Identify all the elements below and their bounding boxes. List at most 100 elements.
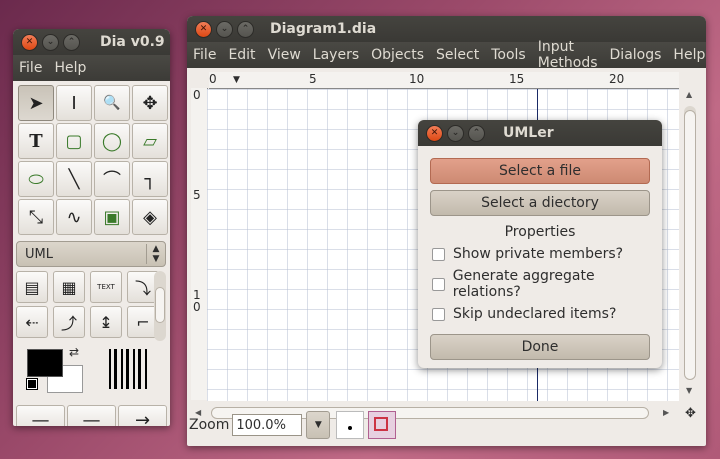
menu-tools[interactable]: Tools — [485, 47, 532, 63]
uml-note-tool[interactable]: TEXT — [90, 271, 122, 303]
vruler-label: 0 — [193, 300, 201, 314]
umler-title: UMLer — [503, 125, 554, 141]
menu-view[interactable]: View — [262, 47, 307, 63]
polygon-tool[interactable]: ▱ — [132, 123, 168, 159]
snap-to-grid-toggle[interactable] — [336, 411, 365, 439]
foreground-color-swatch[interactable] — [27, 349, 63, 377]
vertical-scroll-thumb[interactable] — [684, 110, 696, 380]
text-edit-tool[interactable]: I — [56, 85, 92, 121]
uml-template-class-tool[interactable]: ▦ — [53, 271, 85, 303]
text-tool[interactable]: T — [18, 123, 54, 159]
uml-scroll-thumb[interactable] — [155, 287, 165, 323]
skip-undeclared-option[interactable]: Skip undeclared items? — [432, 306, 662, 322]
select-directory-button[interactable]: Select a diectory — [430, 190, 650, 216]
minimize-icon[interactable]: ⌄ — [42, 33, 59, 51]
diagram-titlebar[interactable]: ✕ ⌄ ⌃ Diagram1.dia — [187, 16, 706, 42]
polyline-tool[interactable]: ⤡ — [18, 199, 54, 235]
line-width-icon[interactable] — [109, 349, 149, 389]
image-tool[interactable]: ▣ — [94, 199, 130, 235]
skip-undeclared-checkbox[interactable] — [432, 307, 445, 321]
properties-heading: Properties — [504, 224, 576, 240]
outline-tool[interactable]: ◈ — [132, 199, 168, 235]
select-file-button[interactable]: Select a file — [430, 158, 650, 184]
minimize-icon[interactable]: ⌄ — [216, 20, 233, 38]
show-private-members-option[interactable]: Show private members? — [432, 246, 662, 262]
reset-colors-icon[interactable] — [26, 378, 38, 390]
magnify-tool[interactable]: 🔍 — [94, 85, 130, 121]
menu-layers[interactable]: Layers — [307, 47, 365, 63]
menu-edit[interactable]: Edit — [222, 47, 261, 63]
text-cursor-icon: I — [71, 92, 77, 114]
menu-objects[interactable]: Objects — [365, 47, 430, 63]
scroll-tool[interactable]: ✥ — [132, 85, 168, 121]
toolbox-titlebar[interactable]: ✕ ⌄ ⌃ Dia v0.9 — [13, 29, 170, 55]
generate-aggregate-checkbox[interactable] — [432, 277, 445, 291]
menu-dialogs[interactable]: Dialogs — [604, 47, 668, 63]
ellipse-tool[interactable]: ◯ — [94, 123, 130, 159]
show-private-members-checkbox[interactable] — [432, 247, 445, 261]
menu-input-methods[interactable]: Input Methods — [532, 39, 604, 71]
zoom-value: 100.0% — [236, 417, 286, 433]
done-button[interactable]: Done — [430, 334, 650, 360]
pointer-icon: ➤ — [28, 92, 44, 114]
end-arrow-button[interactable]: → — [118, 405, 167, 426]
hruler-label: 0 — [209, 72, 217, 86]
pointer-tool[interactable]: ➤ — [18, 85, 54, 121]
start-arrow-button[interactable]: — — [16, 405, 65, 426]
uml-realizes-tool[interactable]: ⇠ — [16, 306, 48, 338]
menu-select[interactable]: Select — [430, 47, 485, 63]
beziergon-icon: ⬭ — [28, 168, 44, 190]
show-private-members-label: Show private members? — [453, 246, 624, 262]
ellipse-icon: ◯ — [101, 130, 123, 152]
vruler-label: 0 — [193, 88, 201, 102]
close-icon[interactable]: ✕ — [195, 20, 212, 38]
uml-generalization-icon: ⤴ — [60, 314, 77, 333]
beziergon-tool[interactable]: ⬭ — [18, 161, 54, 197]
scroll-up-icon[interactable]: ▲ — [686, 90, 692, 99]
line-icon: ╲ — [68, 168, 80, 190]
menu-help[interactable]: Help — [48, 60, 92, 76]
arrow-style-row: — — → — [16, 405, 167, 426]
swap-colors-icon[interactable]: ⇄ — [69, 345, 79, 359]
bezier-line-tool[interactable]: ∿ — [56, 199, 92, 235]
maximize-icon[interactable]: ⌃ — [468, 124, 485, 142]
menu-file[interactable]: File — [187, 47, 222, 63]
uml-tools-area: ▤ ▦ TEXT ⤵ ⇠ ⤴ ↨ ⌐ — [16, 271, 166, 341]
uml-generalization-tool[interactable]: ⤴ — [53, 306, 85, 338]
uml-class-icon: ▤ — [24, 277, 40, 297]
box-icon: ▢ — [65, 130, 83, 152]
uml-note-icon: TEXT — [97, 283, 115, 291]
box-tool[interactable]: ▢ — [56, 123, 92, 159]
object-snap-toggle[interactable] — [368, 411, 397, 439]
uml-template-class-icon: ▦ — [61, 277, 77, 297]
sheet-selector[interactable]: UML ▲ ▼ — [16, 241, 166, 267]
zigzag-line-tool[interactable]: ┐ — [132, 161, 168, 197]
close-icon[interactable]: ✕ — [426, 124, 443, 142]
menu-file[interactable]: File — [13, 60, 48, 76]
line-tool[interactable]: ╲ — [56, 161, 92, 197]
maximize-icon[interactable]: ⌃ — [237, 20, 254, 38]
uml-implements-tool[interactable]: ↨ — [90, 306, 122, 338]
vertical-scrollbar[interactable]: ▲ ▼ — [683, 88, 697, 398]
generate-aggregate-option[interactable]: Generate aggregate relations? — [432, 268, 662, 300]
arc-tool[interactable]: ⌒ — [94, 161, 130, 197]
chevron-down-icon: ▼ — [314, 420, 322, 430]
arrow-end-icon: → — [134, 409, 151, 427]
vertical-ruler: 0 5 1 0 — [191, 88, 208, 400]
close-icon[interactable]: ✕ — [21, 33, 38, 51]
uml-class-tool[interactable]: ▤ — [16, 271, 48, 303]
menu-help[interactable]: Help — [667, 47, 706, 63]
arc-icon: ⌒ — [103, 170, 121, 191]
zoom-dropdown[interactable]: ▼ — [306, 411, 331, 439]
uml-scrollbar[interactable] — [154, 271, 166, 341]
line-style-button[interactable]: — — [67, 405, 116, 426]
diagram-title: Diagram1.dia — [270, 21, 377, 37]
maximize-icon[interactable]: ⌃ — [63, 33, 80, 51]
hruler-label: 20 — [609, 72, 625, 86]
scroll-down-icon[interactable]: ▼ — [686, 386, 692, 395]
skip-undeclared-label: Skip undeclared items? — [453, 306, 617, 322]
umler-titlebar[interactable]: ✕ ⌄ ⌃ UMLer — [418, 120, 662, 146]
zoom-label: Zoom — [189, 417, 230, 433]
minimize-icon[interactable]: ⌄ — [447, 124, 464, 142]
zoom-input[interactable]: 100.0% — [232, 414, 303, 436]
